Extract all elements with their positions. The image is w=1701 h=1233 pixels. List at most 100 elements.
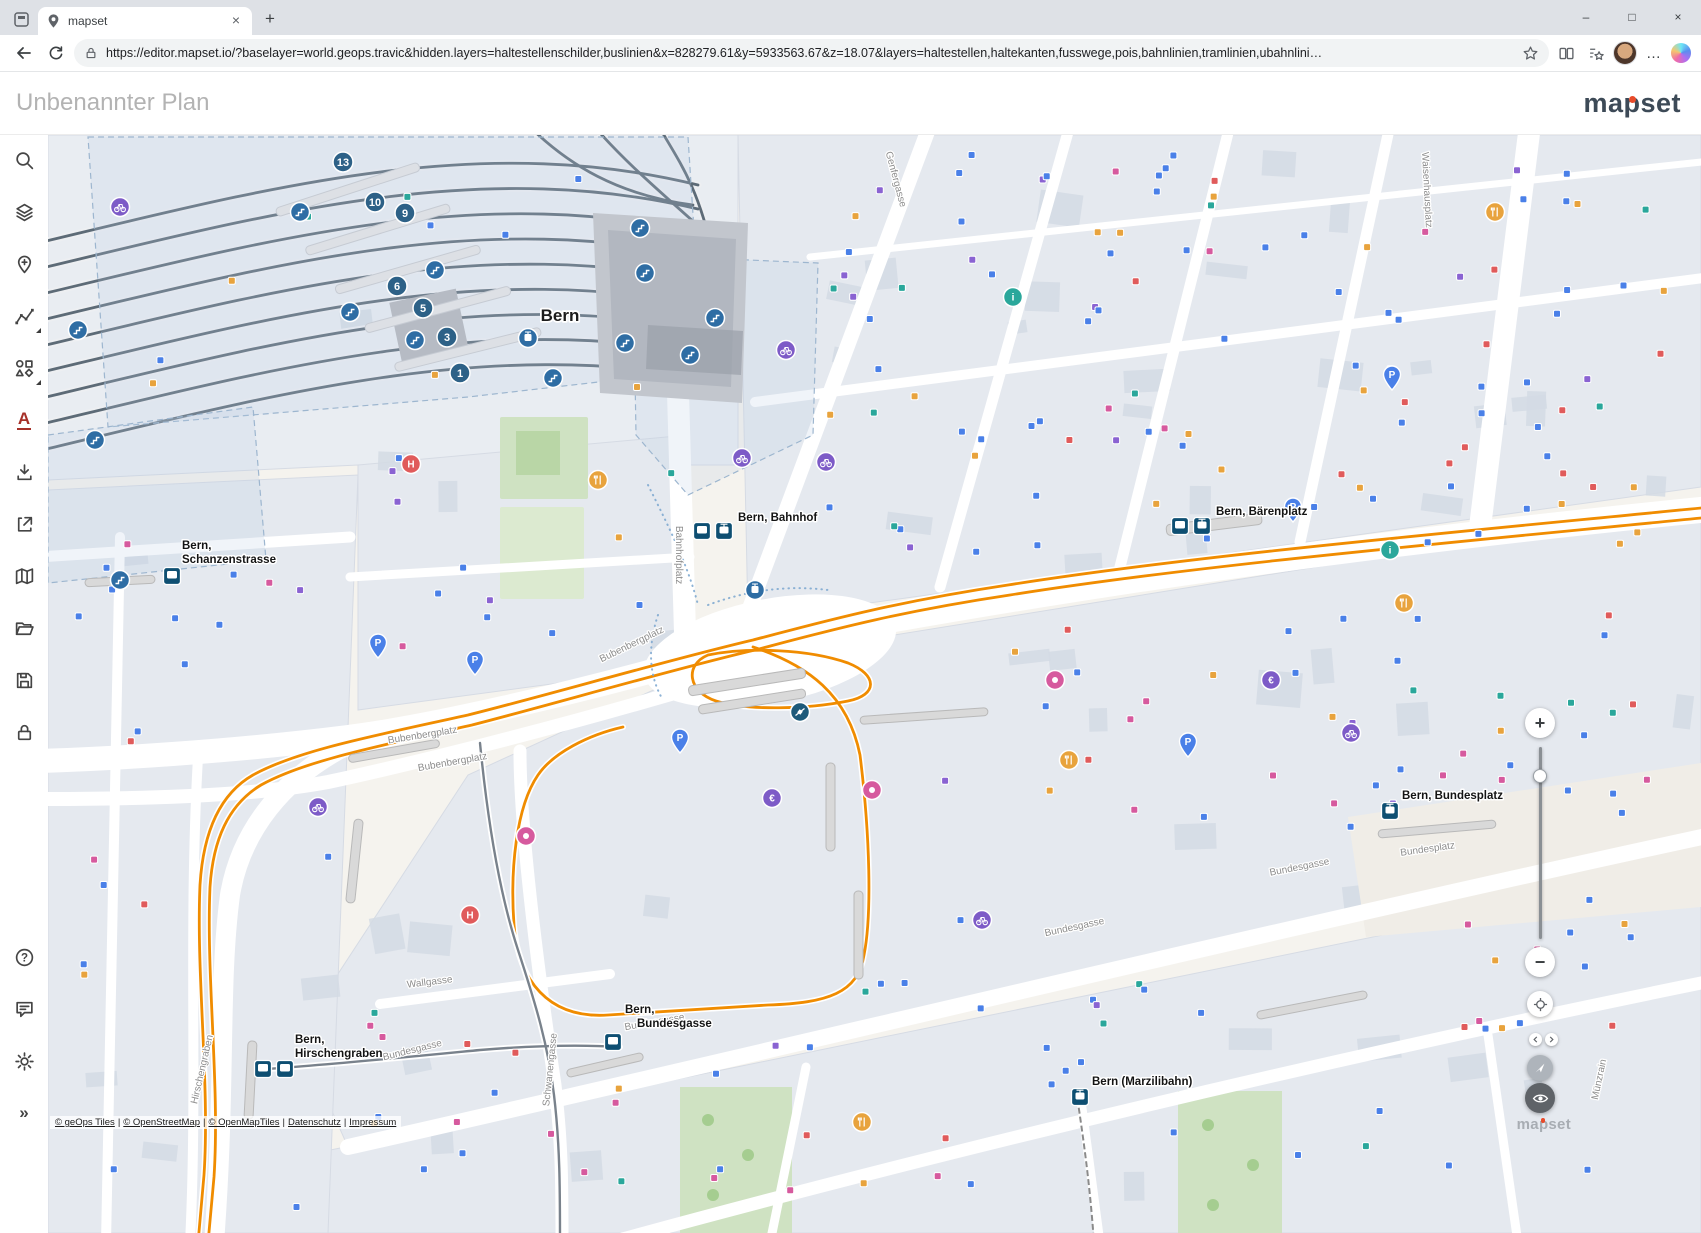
svg-text:Bern,: Bern, (295, 1034, 324, 1046)
svg-text:Bern (Marzilibahn): Bern (Marzilibahn) (1092, 1076, 1192, 1088)
svg-text:10: 10 (369, 197, 381, 209)
zoom-out-button[interactable]: − (1525, 947, 1555, 977)
save-button[interactable] (2, 658, 46, 702)
location-arrow-icon (1533, 1061, 1547, 1075)
svg-text:Bern, Bärenplatz: Bern, Bärenplatz (1216, 506, 1308, 518)
favorites-icon (1588, 45, 1605, 62)
favorites-bar-button[interactable] (1583, 40, 1609, 66)
svg-text:i: i (1012, 293, 1015, 304)
site-info-icon (84, 46, 98, 60)
export-share-button[interactable] (2, 502, 46, 546)
svg-text:i: i (1389, 546, 1392, 557)
new-tab-button[interactable]: + (256, 5, 284, 33)
attribution-link[interactable]: Datenschutz (288, 1117, 341, 1128)
background-layers-button[interactable] (2, 190, 46, 234)
svg-text:Hirschengraben: Hirschengraben (295, 1048, 383, 1060)
draw-line-button[interactable] (2, 294, 46, 338)
svg-text:Bern,: Bern, (182, 540, 211, 552)
bookmark-star-icon[interactable] (1522, 45, 1539, 62)
zoom-in-button[interactable]: + (1525, 708, 1555, 738)
svg-text:€: € (769, 794, 775, 805)
feedback-icon (14, 999, 35, 1020)
zoom-slider[interactable] (1536, 747, 1544, 939)
map-container: i i H H € € P P P P P P (48, 135, 1701, 1233)
folder-open-icon (14, 618, 35, 639)
browser-addressbar: https://editor.mapset.io/?baselayer=worl… (0, 35, 1701, 72)
map-canvas[interactable]: i i H H € € P P P P P P (48, 135, 1701, 1233)
plan-title[interactable]: Unbenannter Plan (16, 89, 209, 117)
add-stop-button[interactable] (2, 242, 46, 286)
svg-text:5: 5 (420, 303, 426, 315)
svg-text:6: 6 (394, 281, 400, 293)
logo-dot (1629, 96, 1636, 103)
tilt-buttons (1529, 1033, 1558, 1046)
download-button[interactable] (2, 450, 46, 494)
visibility-button[interactable] (1525, 1083, 1555, 1113)
maximize-button[interactable]: □ (1609, 0, 1655, 34)
attribution-link[interactable]: © geOps Tiles (55, 1117, 115, 1128)
zoom-slider-handle[interactable] (1533, 769, 1547, 783)
url-field[interactable]: https://editor.mapset.io/?baselayer=worl… (74, 39, 1549, 67)
feedback-button[interactable] (2, 987, 46, 1031)
copilot-icon[interactable] (1671, 43, 1691, 63)
symbols-icon (14, 358, 35, 379)
tab-favicon (46, 14, 61, 29)
settings-button[interactable] (2, 1039, 46, 1083)
minimap-button[interactable] (2, 554, 46, 598)
open-plan-button[interactable] (2, 606, 46, 650)
text-tool-button[interactable]: A (2, 398, 46, 442)
svg-text:P: P (677, 733, 684, 744)
help-icon: ? (14, 947, 35, 968)
split-screen-icon (1558, 45, 1575, 62)
minimize-button[interactable]: – (1563, 0, 1609, 34)
search-tool-button[interactable] (2, 138, 46, 182)
back-icon (14, 43, 34, 63)
tab-actions-icon[interactable] (6, 5, 36, 33)
close-button[interactable]: × (1655, 0, 1701, 34)
browser-window: mapset × + – □ × https://editor.mapset.i… (0, 0, 1701, 1233)
tool-sidebar: A ? (0, 135, 48, 1233)
svg-text:H: H (466, 911, 473, 922)
mapset-watermark: mapset (1517, 1116, 1571, 1133)
attribution-link[interactable]: © OpenStreetMap (123, 1117, 200, 1128)
share-icon (14, 514, 35, 535)
attribution-link[interactable]: © OpenMapTiles (208, 1117, 279, 1128)
eye-icon (1532, 1090, 1549, 1107)
sidebar-bottom-cluster: ? » (2, 935, 46, 1135)
watermark-dot (1541, 1118, 1546, 1123)
browser-tabstrip: mapset × + – □ × (0, 0, 1701, 35)
lock-plan-button[interactable] (2, 710, 46, 754)
lock-icon (14, 722, 35, 743)
svg-text:Bern, Bundesplatz: Bern, Bundesplatz (1402, 790, 1503, 802)
back-button[interactable] (10, 39, 38, 67)
window-controls: – □ × (1563, 0, 1701, 35)
collapse-sidebar-button[interactable]: » (2, 1091, 46, 1135)
refresh-button[interactable] (42, 39, 70, 67)
split-screen-button[interactable] (1553, 40, 1579, 66)
tilt-left-button[interactable] (1529, 1033, 1542, 1046)
svg-text:Bern,: Bern, (625, 1004, 654, 1016)
profile-avatar[interactable] (1613, 41, 1637, 65)
geolocate-button[interactable] (1527, 1055, 1553, 1081)
svg-text:Bern, Bahnhof: Bern, Bahnhof (738, 512, 817, 524)
download-icon (14, 462, 35, 483)
svg-text:3: 3 (444, 332, 450, 344)
svg-text:?: ? (20, 952, 27, 964)
recenter-button[interactable] (1527, 991, 1553, 1017)
browser-tab[interactable]: mapset × (38, 7, 252, 35)
polyline-icon (14, 306, 35, 327)
svg-text:Bahnhofplatz: Bahnhofplatz (673, 526, 684, 584)
svg-text:P: P (1185, 737, 1192, 748)
refresh-icon (47, 44, 65, 62)
tab-close-button[interactable]: × (228, 13, 244, 29)
layers-icon (14, 202, 35, 223)
svg-text:H: H (407, 460, 414, 471)
crosshair-icon (1533, 997, 1548, 1012)
tilt-right-button[interactable] (1545, 1033, 1558, 1046)
symbols-button[interactable] (2, 346, 46, 390)
browser-menu-button[interactable]: … (1641, 40, 1667, 66)
search-icon (14, 150, 35, 171)
help-button[interactable]: ? (2, 935, 46, 979)
attribution-link[interactable]: Impressum (349, 1117, 396, 1128)
svg-text:P: P (1389, 370, 1396, 381)
